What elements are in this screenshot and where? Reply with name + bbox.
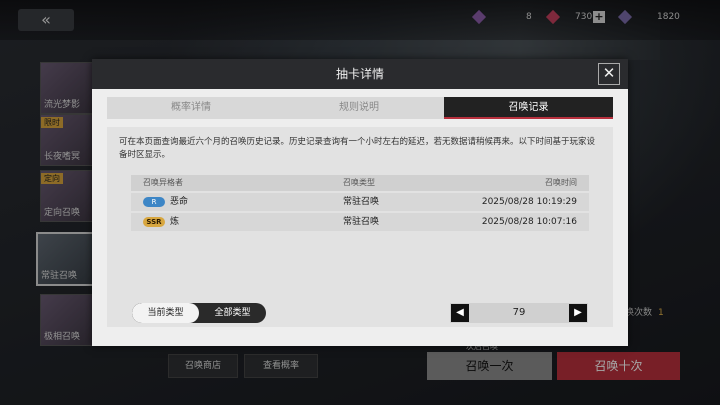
modal-title: 抽卡详情 — [335, 67, 384, 81]
row-type: 常驻召唤 — [343, 217, 380, 227]
history-panel: 可在本页面查询最近六个月的召唤历史记录。历史记录查询有一个小时左右的延迟，若无数… — [107, 127, 613, 327]
row-time: 2025/08/28 10:19:29 — [481, 197, 577, 207]
row-character: SSR 炼 — [143, 213, 179, 231]
history-description: 可在本页面查询最近六个月的召唤历史记录。历史记录查询有一个小时左右的延迟，若无数… — [119, 137, 596, 160]
filter-current-type[interactable]: 当前类型 — [132, 303, 199, 323]
table-row: R 恶命 常驻召唤 2025/08/28 10:19:29 — [131, 193, 589, 211]
tab-rules[interactable]: 规则说明 — [275, 97, 443, 119]
character-name: 恶命 — [170, 197, 189, 207]
table-row: SSR 炼 常驻召唤 2025/08/28 10:07:16 — [131, 213, 589, 231]
rank-ssr-badge: SSR — [143, 216, 165, 227]
table-header: 召唤异格者 召唤类型 召唤时间 — [131, 175, 589, 191]
header-type: 召唤类型 — [343, 178, 375, 187]
gacha-detail-modal: 抽卡详情 ✕ 概率详情 规则说明 召唤记录 可在本页面查询最近六个月的召唤历史记… — [92, 59, 628, 346]
header-time: 召唤时间 — [545, 178, 577, 187]
row-time: 2025/08/28 10:07:16 — [481, 217, 577, 227]
type-filter-toggle: 当前类型 全部类型 — [132, 303, 266, 323]
tab-history[interactable]: 召唤记录 — [444, 97, 613, 119]
header-character: 召唤异格者 — [143, 178, 183, 187]
modal-header: 抽卡详情 ✕ — [92, 59, 628, 89]
close-button[interactable]: ✕ — [598, 63, 620, 85]
character-name: 炼 — [170, 217, 180, 227]
row-type: 常驻召唤 — [343, 197, 380, 207]
page-number: 79 — [512, 307, 526, 318]
prev-page-button[interactable]: ◀ — [451, 304, 469, 322]
pagination: ◀ 79 ▶ — [450, 303, 588, 323]
rank-r-badge: R — [143, 196, 165, 207]
filter-all-types[interactable]: 全部类型 — [199, 303, 266, 323]
tab-bar: 概率详情 规则说明 召唤记录 — [107, 97, 613, 119]
row-character: R 恶命 — [143, 193, 188, 211]
next-page-button[interactable]: ▶ — [569, 304, 587, 322]
tab-rates[interactable]: 概率详情 — [107, 97, 275, 119]
